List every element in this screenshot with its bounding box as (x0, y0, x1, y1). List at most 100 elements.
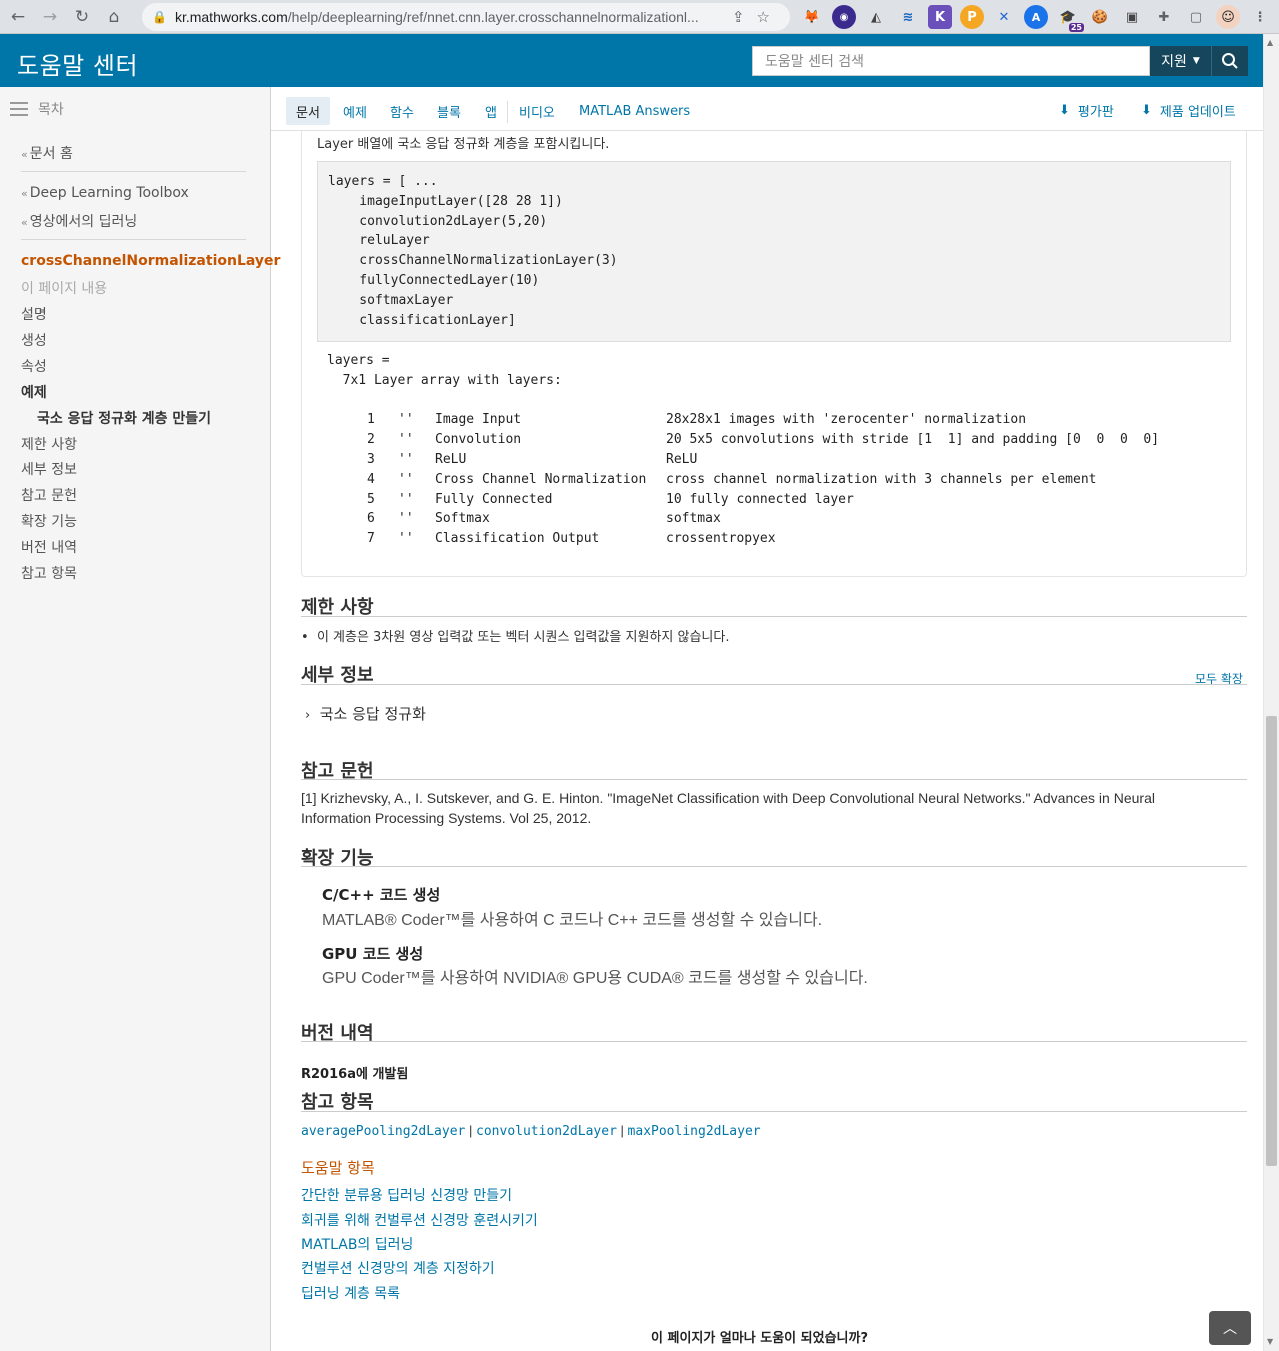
support-label: 지원 (1161, 54, 1187, 70)
profile-avatar[interactable]: ☺ (1216, 5, 1240, 29)
sidebar-item-history[interactable]: 버전 내역 (21, 537, 77, 557)
tab-functions[interactable]: 함수 (380, 97, 424, 125)
see-also-function-link[interactable]: averagePooling2dLayer (301, 1124, 465, 1139)
extension-icon[interactable]: ≋ (896, 5, 920, 29)
output-blank-line (327, 391, 562, 411)
extension-badge: 25 (1068, 23, 1084, 32)
tab-videos[interactable]: 비디오 (509, 97, 565, 125)
extension-icon[interactable]: ◉ (832, 5, 856, 29)
help-topic-link[interactable]: MATLAB의 딥러닝 (301, 1234, 413, 1254)
tab-blocks[interactable]: 블록 (427, 97, 471, 125)
laquo-icon: « (21, 148, 28, 161)
extension-icon[interactable]: ✕ (992, 5, 1016, 29)
sidebar-current-page[interactable]: crossChannelNormalizationLayer (21, 253, 280, 269)
sidebar-item-references[interactable]: 참고 문헌 (21, 485, 77, 505)
layer-quote: '' (398, 491, 414, 507)
sidebar-item-creation[interactable]: 생성 (21, 330, 47, 350)
search-button[interactable] (1212, 46, 1248, 76)
layer-name: Cross Channel Normalization (435, 471, 647, 487)
extension-icon[interactable]: 🎓 25 (1056, 5, 1084, 32)
extension-icon[interactable]: ◭ (864, 5, 888, 29)
product-updates-link[interactable]: ⬇ 제품 업데이트 (1141, 101, 1236, 120)
trial-link[interactable]: ⬇ 평가판 (1059, 101, 1114, 120)
extension-icon[interactable]: K (928, 5, 952, 29)
see-also-function-link[interactable]: convolution2dLayer (476, 1124, 617, 1139)
hamburger-icon (10, 102, 28, 116)
back-icon[interactable]: ← (4, 3, 32, 31)
sidebar-item-limitations[interactable]: 제한 사항 (21, 434, 77, 454)
extension-icon[interactable]: P (960, 5, 984, 29)
see-also-function-link[interactable]: maxPooling2dLayer (628, 1124, 761, 1139)
main-content: Layer 배열에 국소 응답 정규화 계층을 포함시킵니다. layers =… (271, 131, 1263, 1351)
caret-down-icon: ▼ (1192, 56, 1200, 66)
search-placeholder: 도움말 센터 검색 (765, 54, 865, 70)
browser-toolbar: ← → ↻ ⌂ 🔒 kr.mathworks.com/help/deeplear… (0, 0, 1279, 34)
sidebar-item-examples[interactable]: 예제 (21, 382, 47, 402)
scroll-thumb[interactable] (1266, 716, 1277, 1166)
search-input[interactable]: 도움말 센터 검색 (752, 46, 1150, 76)
tab-matlab-answers[interactable]: MATLAB Answers (569, 97, 700, 125)
trial-label: 평가판 (1077, 105, 1114, 120)
support-dropdown-button[interactable]: 지원 ▼ (1150, 46, 1212, 76)
download-icon: ⬇ (1141, 103, 1152, 118)
layer-quote: '' (398, 511, 414, 527)
scroll-down-arrow-icon[interactable]: ▼ (1267, 1337, 1273, 1346)
gpu-codegen-title[interactable]: GPU 코드 생성 (322, 943, 423, 964)
toc-toggle[interactable]: 목차 (10, 99, 64, 119)
metamask-extension-icon[interactable]: 🦊 (800, 5, 824, 29)
tab-apps[interactable]: 앱 (475, 97, 507, 125)
limitations-text: 이 계층은 3차원 영상 입력값 또는 벡터 시퀀스 입력값을 지원하지 않습니… (316, 630, 730, 645)
help-topic-link[interactable]: 간단한 분류용 딥러닝 신경망 만들기 (301, 1185, 512, 1205)
home-icon[interactable]: ⌂ (100, 3, 128, 31)
help-topics-heading: 도움말 항목 (301, 1159, 375, 1177)
sidebar-doc-home[interactable]: «문서 홈 (21, 143, 73, 163)
sidebar-parent[interactable]: «영상에서의 딥러닝 (21, 211, 137, 231)
tab-documentation[interactable]: 문서 (286, 97, 330, 125)
help-center-title[interactable]: 도움말 센터 (17, 46, 138, 81)
search-icon (1222, 53, 1238, 69)
help-topic-link[interactable]: 컨벌루션 신경망의 계층 지정하기 (301, 1258, 495, 1278)
doc-tab-bar: 문서 예제 함수 블록 앱 비디오 MATLAB Answers ⬇ 평가판 ⬇ 제… (271, 87, 1263, 131)
sidebar-item-properties[interactable]: 속성 (21, 356, 47, 376)
reload-icon[interactable]: ↻ (68, 3, 96, 31)
cookie-extension-icon[interactable]: 🍪 (1088, 5, 1112, 29)
extensions-puzzle-icon[interactable]: ✚ (1152, 5, 1176, 29)
layer-row: 7 '' Classification Output crossentropyex (327, 529, 776, 549)
layer-name: Convolution (435, 432, 522, 448)
sidebar-item-see-also[interactable]: 참고 항목 (21, 563, 77, 583)
page-scrollbar[interactable]: ▲ ▼ (1263, 34, 1279, 1351)
layer-name: Classification Output (435, 531, 600, 547)
release-version: R2016a (301, 1067, 356, 1082)
share-icon[interactable]: ⇪ (732, 8, 745, 26)
details-expander[interactable]: › 국소 응답 정규화 (305, 703, 426, 724)
address-bar[interactable]: 🔒 kr.mathworks.com/help/deeplearning/ref… (142, 3, 790, 31)
toc-label: 목차 (38, 102, 64, 118)
sidebar-toolbox[interactable]: «Deep Learning Toolbox (21, 185, 189, 201)
divider (21, 239, 246, 240)
browser-menu-icon[interactable]: ⋮ (1248, 5, 1272, 29)
help-topic-link[interactable]: 회귀를 위해 컨벌루션 신경망 훈련시키기 (301, 1210, 538, 1230)
side-panel-icon[interactable]: ▢ (1184, 5, 1208, 29)
cpp-codegen-text: MATLAB® Coder™를 사용하여 C 코드나 C++ 코드를 생성할 수… (322, 912, 823, 929)
layer-quote: '' (398, 412, 414, 428)
extension-icon[interactable]: ▣ (1120, 5, 1144, 29)
sidebar-item-details[interactable]: 세부 정보 (21, 459, 77, 479)
layer-index: 5 (367, 491, 375, 507)
tab-examples[interactable]: 예제 (333, 97, 377, 125)
cpp-codegen-title[interactable]: C/C++ 코드 생성 (322, 884, 440, 905)
back-to-top-button[interactable]: ︿ (1209, 1311, 1251, 1345)
reference-line: Information Processing Systems. Vol 25, … (301, 810, 592, 826)
help-center-header: 도움말 센터 도움말 센터 검색 지원 ▼ (0, 34, 1279, 87)
code-block: layers = [ ... imageInputLayer([28 28 1]… (317, 161, 1231, 342)
divider (21, 171, 246, 172)
translate-extension-icon[interactable]: A (1024, 5, 1048, 29)
scroll-up-arrow-icon[interactable]: ▲ (1267, 38, 1273, 47)
bookmark-star-icon[interactable]: ☆ (757, 8, 770, 26)
sidebar-subitem-example[interactable]: 국소 응답 정규화 계층 만들기 (37, 408, 211, 428)
sidebar-item-extended[interactable]: 확장 기능 (21, 511, 77, 531)
layer-row: 6 '' Softmax softmax (327, 509, 721, 529)
help-topic-link[interactable]: 딥러닝 계층 목록 (301, 1283, 400, 1303)
forward-icon[interactable]: → (36, 3, 64, 31)
sidebar-item-description[interactable]: 설명 (21, 304, 47, 324)
laquo-icon: « (21, 216, 28, 229)
